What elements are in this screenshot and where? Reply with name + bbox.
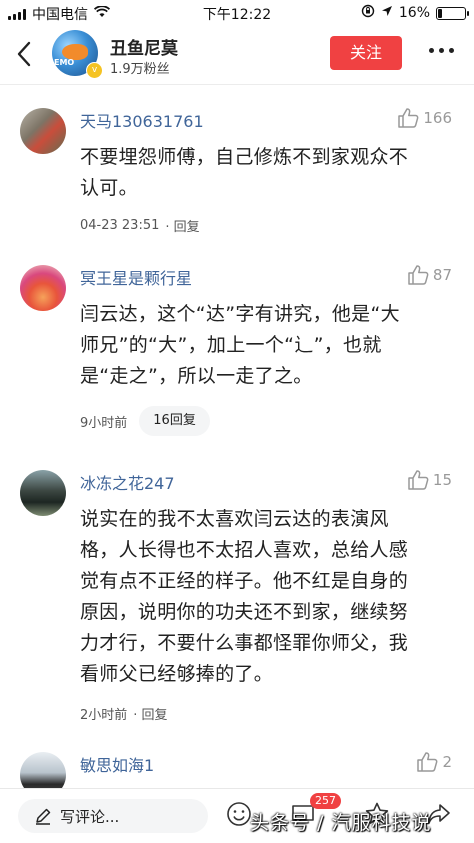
comment-line: 看师父已经够捧的了。 [80,663,274,685]
avatar-text: EMO [54,58,75,67]
status-right: 16% [361,4,469,22]
status-bar: 中国电信 下午12:22 16% [0,0,474,26]
like-count: 2 [442,753,452,771]
comment-text: 不要埋怨师傅，自己修炼不到家观众不 认可。 [80,142,454,204]
thumbs-up-icon [408,265,429,285]
comment-line: 不要埋怨师傅，自己修炼不到家观众不 [80,146,409,168]
thumbs-up-icon [398,108,419,128]
commenter-name[interactable]: 冥王星是颗行星 [80,265,192,289]
comment-meta: 04-23 23:51 · 回复 [80,216,200,235]
thumbs-up-icon [408,470,429,490]
comment-line: 说实在的我不太喜欢闫云达的表演风 [80,508,389,530]
battery-percent: 16% [398,5,430,21]
comment-line: 师兄”的“大”，加上一个“辶”，也就 [80,334,382,356]
like-button[interactable]: 15 [407,470,452,490]
author-name[interactable]: 丑鱼尼莫 [110,34,178,59]
comment-meta: 9小时前 16回复 [80,406,210,436]
follower-count: 1.9万粉丝 [110,62,170,77]
comment-line: 力才行，不要什么事都怪罪你师父，我 [80,632,409,654]
back-button[interactable] [10,38,38,70]
like-button[interactable]: 87 [407,265,452,285]
like-count: 87 [432,266,452,284]
reply-link[interactable]: · 回复 [165,216,199,235]
write-comment-input[interactable]: 写评论... [18,799,208,833]
comment-line: 是“走之”，所以一走了之。 [80,365,313,387]
comment-text: 闫云达，这个“达”字有讲究，他是“大 师兄”的“大”，加上一个“辶”，也就 是“… [80,299,454,392]
verified-badge-icon: v [86,62,103,79]
pen-icon [34,807,52,825]
like-button[interactable]: 2 [416,752,452,772]
watermark-text: 头条号 / 汽服科技说 [250,812,432,834]
battery-fill [438,8,442,18]
lock-rotation-icon [361,4,375,22]
like-count: 166 [423,109,452,127]
comment-line: 觉有点不正经的样子。他不红是自身的 [80,570,409,592]
more-options-icon[interactable] [429,48,454,53]
comment-count-badge: 257 [310,793,341,809]
write-comment-placeholder: 写评论... [60,807,120,826]
location-icon [381,5,393,21]
comment-text: 说实在的我不太喜欢闫云达的表演风 格，人长得也不太招人喜欢，总给人感 觉有点不正… [80,504,454,690]
commenter-name[interactable]: 冰冻之花247 [80,470,175,494]
battery-icon [436,6,469,20]
commenter-name[interactable]: 敏思如海1 [80,752,154,776]
replies-button[interactable]: 16回复 [139,406,210,436]
like-button[interactable]: 166 [397,108,452,128]
comment-time: 9小时前 [80,415,128,431]
emoji-icon[interactable] [226,801,252,831]
thumbs-up-icon [417,752,438,772]
reply-link[interactable]: · 回复 [133,704,167,723]
commenter-avatar[interactable] [20,265,66,311]
comment-line: 格，人长得也不太招人喜欢，总给人感 [80,539,409,561]
like-count: 15 [432,471,452,489]
article-header: EMO v 丑鱼尼莫 1.9万粉丝 关注 [0,26,474,85]
comment-meta: 2小时前 · 回复 [80,704,168,723]
follow-button[interactable]: 关注 [330,36,402,70]
comment-line: 认可。 [80,177,138,199]
commenter-name[interactable]: 天马130631761 [80,108,204,132]
comment-time: 04-23 23:51 [80,218,160,233]
commenter-avatar[interactable] [20,470,66,516]
comment-line: 闫云达，这个“达”字有讲究，他是“大 [80,303,400,325]
commenter-avatar[interactable] [20,108,66,154]
back-arrow-icon [17,41,31,67]
comment-time: 2小时前 [80,708,128,723]
comment-line: 原因，说明你的功夫还不到家，继续努 [80,601,409,623]
